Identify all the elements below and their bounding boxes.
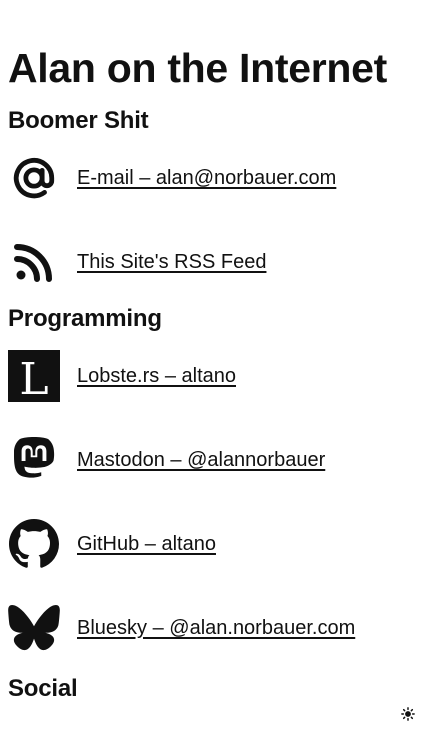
page-title: Alan on the Internet xyxy=(8,45,387,91)
list-item-email: E-mail – alan@norbauer.com xyxy=(8,136,422,220)
lobsters-link[interactable]: Lobste.rs – altano xyxy=(77,364,236,388)
list-item-github: GitHub – altano xyxy=(8,502,422,586)
page-content: Alan on the Internet Boomer Shit E-mail … xyxy=(0,0,422,704)
list-item-bluesky: Bluesky – @alan.norbauer.com xyxy=(8,586,422,670)
section-heading-programming: Programming xyxy=(8,305,162,332)
github-icon[interactable] xyxy=(8,518,60,570)
rss-link[interactable]: This Site's RSS Feed xyxy=(77,250,266,274)
github-link[interactable]: GitHub – altano xyxy=(77,532,216,556)
lobsters-icon[interactable]: L xyxy=(8,350,60,402)
section-heading-boomer: Boomer Shit xyxy=(8,107,149,134)
mastodon-link[interactable]: Mastodon – @alannorbauer xyxy=(77,448,325,472)
email-link[interactable]: E-mail – alan@norbauer.com xyxy=(77,166,336,190)
sun-icon xyxy=(401,706,415,726)
section-heading-social: Social xyxy=(8,675,78,702)
theme-toggle-button[interactable] xyxy=(398,706,418,726)
list-item-mastodon: Mastodon – @alannorbauer xyxy=(8,418,422,502)
list-item-rss: This Site's RSS Feed xyxy=(8,220,422,304)
svg-text:L: L xyxy=(19,354,48,402)
list-item-lobsters: L Lobste.rs – altano xyxy=(8,334,422,418)
at-sign-icon[interactable] xyxy=(8,152,60,204)
mastodon-icon[interactable] xyxy=(8,434,60,486)
bluesky-link[interactable]: Bluesky – @alan.norbauer.com xyxy=(77,616,355,640)
rss-icon[interactable] xyxy=(8,236,60,288)
bluesky-icon[interactable] xyxy=(8,602,60,654)
